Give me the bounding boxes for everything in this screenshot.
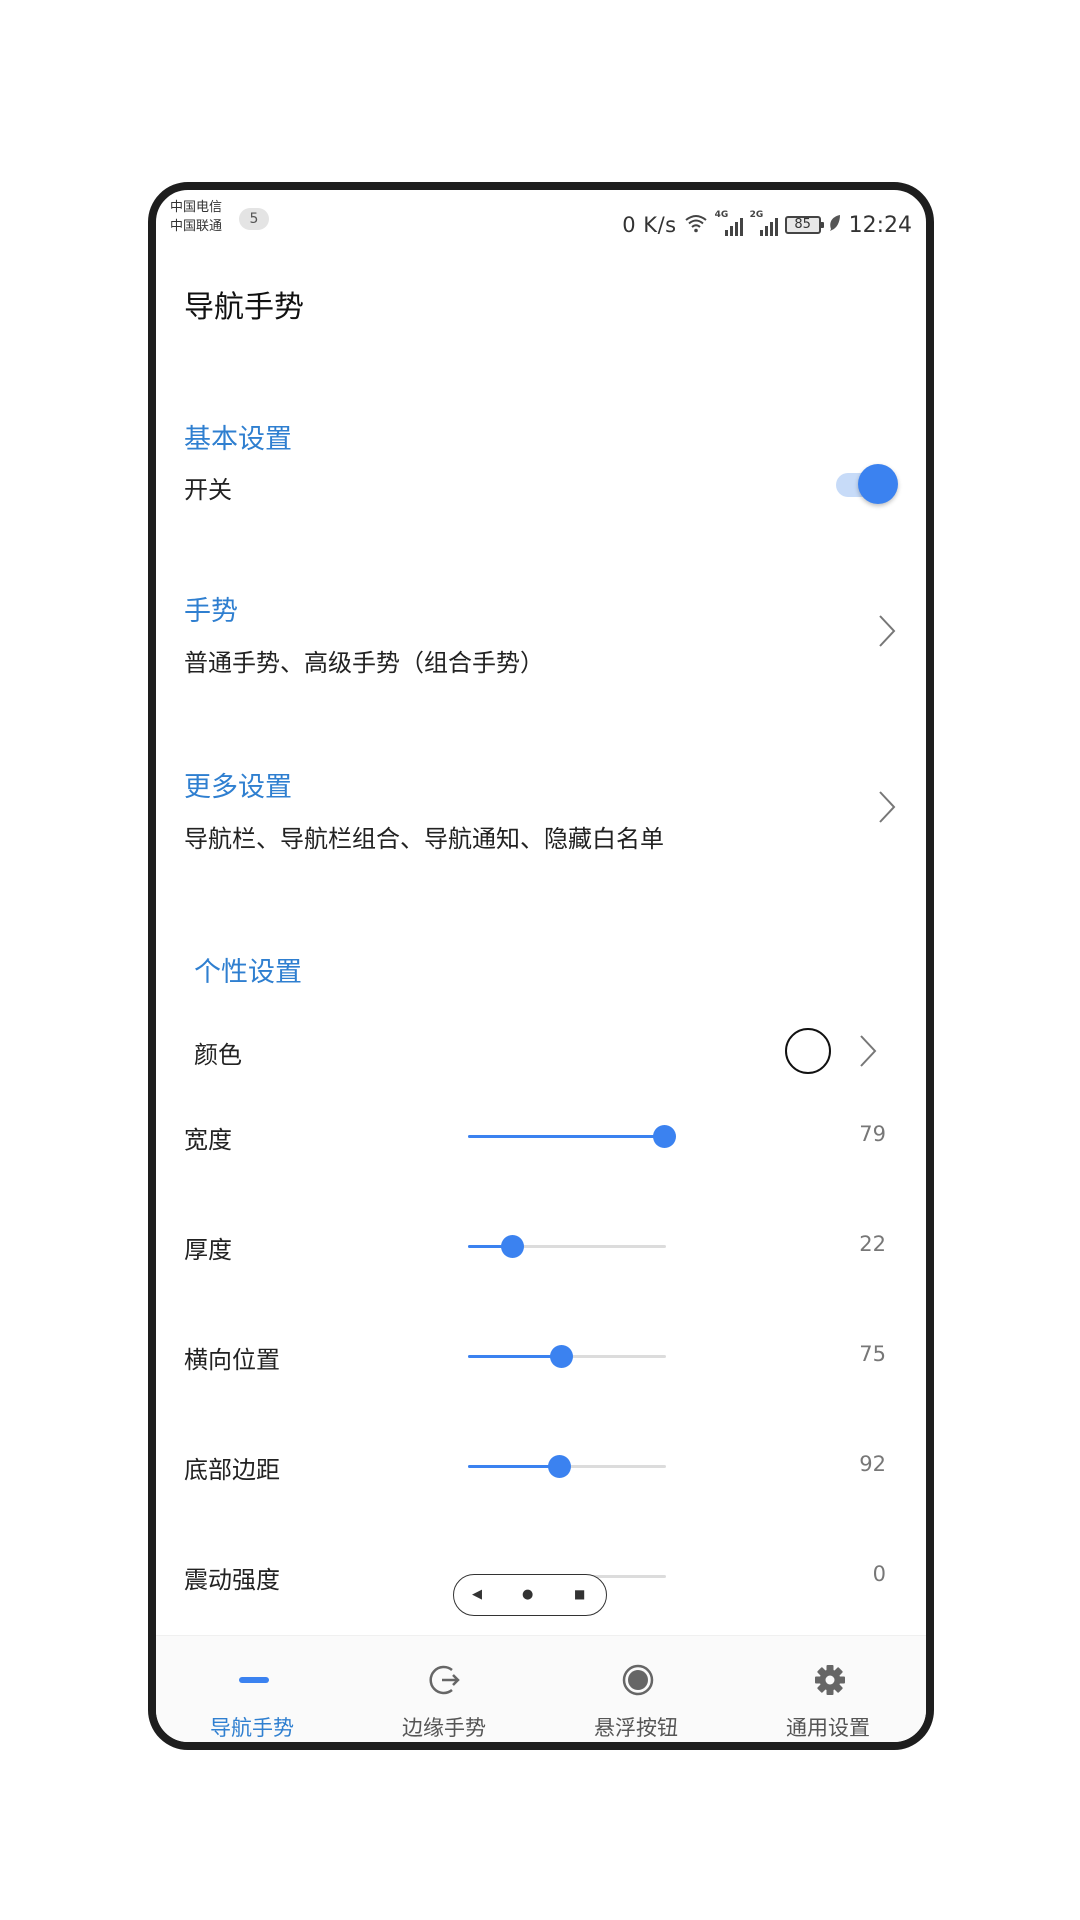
gear-icon [812, 1662, 848, 1698]
carrier-2: 中国联通 [170, 219, 223, 234]
color-swatch[interactable] [785, 1028, 831, 1074]
tab-label: 通用设置 [786, 1716, 870, 1740]
home-icon[interactable]: ● [522, 1587, 533, 1602]
color-label: 颜色 [194, 1041, 242, 1069]
slider-fill [468, 1135, 665, 1138]
slider-value: 22 [859, 1232, 886, 1256]
more-settings-summary: 导航栏、导航栏组合、导航通知、隐藏白名单 [184, 825, 664, 853]
chevron-right-icon [878, 614, 896, 648]
slider-track[interactable] [468, 1125, 677, 1148]
tab-floating-button[interactable]: 悬浮按钮 [540, 1636, 732, 1742]
section-personal-label: 个性设置 [194, 957, 302, 988]
slider-fill [468, 1465, 560, 1468]
back-icon[interactable]: ◀ [472, 1587, 482, 1602]
floating-dot-icon [620, 1662, 656, 1698]
slider-thumb[interactable] [550, 1345, 574, 1368]
slider-thickness: 厚度 22 [156, 1216, 926, 1276]
battery-icon: 85 [784, 216, 824, 234]
notification-count-badge: 5 [239, 208, 269, 230]
tab-nav-gesture[interactable]: 导航手势 [156, 1636, 348, 1742]
toggle-knob [858, 464, 898, 504]
tab-edge-gesture[interactable]: 边缘手势 [348, 1636, 540, 1742]
enable-toggle[interactable] [832, 460, 902, 510]
clock: 12:24 [848, 212, 912, 238]
page-title: 导航手势 [184, 290, 304, 325]
signal-icon-2: 2G [750, 210, 778, 236]
switch-label: 开关 [184, 476, 232, 504]
section-basic-label: 基本设置 [184, 424, 292, 455]
section-more-label: 更多设置 [184, 772, 292, 803]
signal-icon-1: 4G [715, 210, 743, 236]
slider-fill [468, 1355, 562, 1358]
slider-thumb[interactable] [548, 1455, 572, 1478]
slider-track[interactable] [468, 1455, 666, 1478]
leaf-icon [828, 213, 842, 237]
minus-bar-icon [236, 1662, 272, 1698]
gesture-summary: 普通手势、高级手势（组合手势） [184, 649, 544, 677]
slider-label: 横向位置 [184, 1346, 280, 1374]
slider-value: 0 [872, 1562, 886, 1586]
slider-horizontal-position: 横向位置 75 [156, 1326, 926, 1386]
slider-thumb[interactable] [500, 1235, 524, 1258]
slider-width: 宽度 79 [156, 1106, 926, 1166]
slider-value: 92 [859, 1452, 886, 1476]
carrier-1: 中国电信 [170, 200, 223, 215]
slider-label: 宽度 [184, 1126, 232, 1154]
tab-label: 悬浮按钮 [594, 1716, 678, 1740]
slider-bottom-margin: 底部边距 92 [156, 1436, 926, 1496]
slider-label: 厚度 [184, 1236, 232, 1264]
status-bar: 中国电信 中国联通 5 0 K/s 4G 2G 85 12:24 [156, 190, 926, 260]
slider-thumb[interactable] [653, 1125, 677, 1148]
bottom-navigation: 导航手势 边缘手势 悬浮按钮 通用设置 [156, 1635, 926, 1742]
recent-apps-icon[interactable]: ■ [574, 1587, 585, 1601]
carrier-names: 中国电信 中国联通 [170, 198, 222, 236]
chevron-right-icon [878, 790, 896, 824]
chevron-right-icon [859, 1034, 877, 1068]
edge-arrow-icon [428, 1662, 464, 1698]
slider-label: 震动强度 [184, 1566, 280, 1594]
slider-track[interactable] [468, 1235, 666, 1258]
slider-value: 75 [859, 1342, 886, 1366]
status-icons: 0 K/s 4G 2G 85 12:24 [622, 210, 912, 240]
tab-general-settings[interactable]: 通用设置 [732, 1636, 924, 1742]
phone-frame: 中国电信 中国联通 5 0 K/s 4G 2G 85 12:24 导航手势 基本… [148, 182, 934, 1750]
slider-value: 79 [859, 1122, 886, 1146]
wifi-icon [684, 213, 708, 238]
slider-label: 底部边距 [184, 1456, 280, 1484]
slider-track[interactable] [468, 1345, 666, 1368]
tab-label: 导航手势 [210, 1716, 294, 1740]
tab-label: 边缘手势 [402, 1716, 486, 1740]
floating-navigation-bar[interactable]: ◀ ● ■ [453, 1574, 607, 1616]
net-speed: 0 K/s [622, 213, 677, 237]
section-gesture-label: 手势 [184, 596, 238, 627]
